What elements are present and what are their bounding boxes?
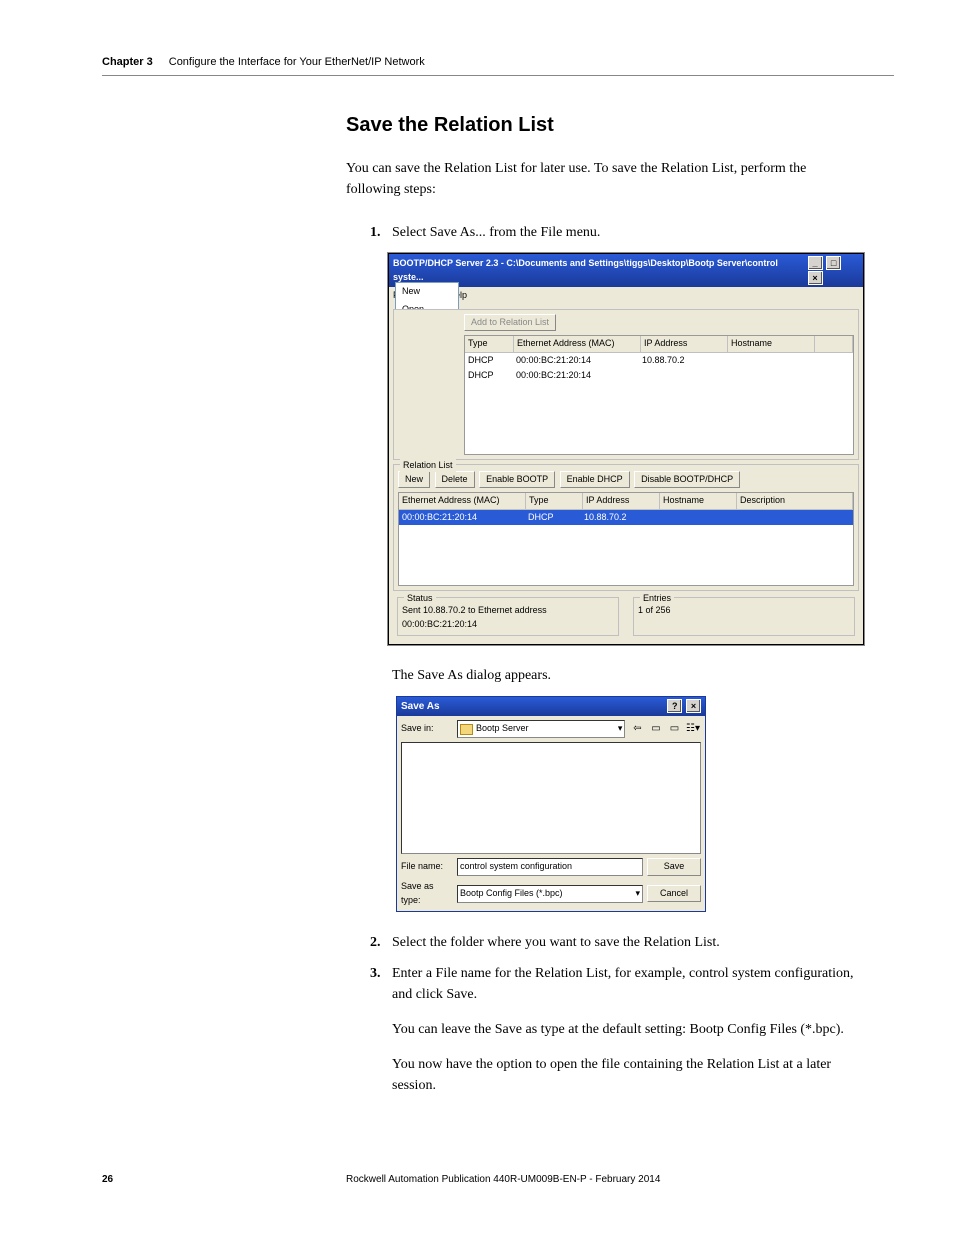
relation-enable-bootp-btn[interactable]: Enable BOOTP <box>479 471 555 489</box>
bootp-title: BOOTP/DHCP Server 2.3 - C:\Documents and… <box>393 257 807 284</box>
bootp-menubar: File Tools Help <box>389 287 863 305</box>
step-1: 1. Select Save As... from the File menu.… <box>370 222 858 912</box>
request-history-table: Type Ethernet Address (MAC) IP Address H… <box>464 335 854 455</box>
close-icon[interactable]: × <box>686 699 701 713</box>
relation-row-selected[interactable]: 00:00:BC:21:20:14 DHCP 10.88.70.2 <box>399 510 853 526</box>
save-as-titlebar: Save As ? × <box>397 697 705 716</box>
save-as-title: Save As <box>401 699 440 714</box>
entries-legend: Entries <box>640 592 674 606</box>
filename-value: control system configuration <box>460 860 572 874</box>
view-menu-icon[interactable]: ☷▾ <box>685 721 701 737</box>
figure-save-as-dialog: Save As ? × Save in: Bootp Server ▾ <box>392 696 858 912</box>
figure-bootp-window: BOOTP/DHCP Server 2.3 - C:\Documents and… <box>392 253 858 645</box>
step-2: 2. Select the folder where you want to s… <box>370 932 858 953</box>
step-number: 2. <box>370 932 381 953</box>
relation-delete-btn[interactable]: Delete <box>435 471 475 489</box>
section-heading: Save the Relation List <box>346 110 858 140</box>
rcol-host: Hostname <box>660 493 737 510</box>
step-2-text: Select the folder where you want to save… <box>392 935 720 950</box>
step-3-text: Enter a File name for the Relation List,… <box>392 966 853 1002</box>
body-column: Save the Relation List You can save the … <box>346 110 858 1106</box>
request-history-group: Add to Relation List Type Ethernet Addre… <box>393 309 859 460</box>
running-header: Chapter 3 Configure the Interface for Yo… <box>102 54 894 76</box>
save-in-combo[interactable]: Bootp Server ▾ <box>457 720 625 738</box>
save-toolbar: ⇦ ▭ ▭ ☷▾ <box>629 721 701 737</box>
save-type-label: Save as type: <box>401 880 453 907</box>
chapter-title: Configure the Interface for Your EtherNe… <box>169 54 425 71</box>
chevron-down-icon[interactable]: ▾ <box>618 722 623 736</box>
running-footer: 26 Rockwell Automation Publication 440R-… <box>102 1172 894 1187</box>
up-icon[interactable]: ▭ <box>648 721 664 737</box>
filename-label: File name: <box>401 860 453 874</box>
bootp-titlebar: BOOTP/DHCP Server 2.3 - C:\Documents and… <box>389 254 863 287</box>
status-text: Sent 10.88.70.2 to Ethernet address 00:0… <box>402 604 614 631</box>
step-3: 3. Enter a File name for the Relation Li… <box>370 963 858 1096</box>
step-number: 1. <box>370 222 381 243</box>
status-legend: Status <box>404 592 436 606</box>
add-to-relation-btn[interactable]: Add to Relation List <box>464 314 556 332</box>
rcol-type: Type <box>526 493 583 510</box>
save-as-dialog: Save As ? × Save in: Bootp Server ▾ <box>396 696 706 912</box>
maximize-icon[interactable]: □ <box>826 256 841 270</box>
menu-new[interactable]: New <box>396 283 458 301</box>
rcol-desc: Description <box>737 493 853 510</box>
filename-input[interactable]: control system configuration <box>457 858 643 876</box>
bootp-window: BOOTP/DHCP Server 2.3 - C:\Documents and… <box>388 253 864 645</box>
col-type: Type <box>465 336 514 353</box>
status-group: Status Sent 10.88.70.2 to Ethernet addre… <box>397 597 619 636</box>
save-type-combo[interactable]: Bootp Config Files (*.bpc) ▾ <box>457 885 643 903</box>
save-in-label: Save in: <box>401 722 453 736</box>
chevron-down-icon[interactable]: ▾ <box>635 887 640 901</box>
page-number: 26 <box>102 1172 346 1187</box>
table-row[interactable]: DHCP 00:00:BC:21:20:14 <box>465 368 853 384</box>
step-number: 3. <box>370 963 381 984</box>
relation-list-legend: Relation List <box>400 459 456 473</box>
rcol-ip: IP Address <box>583 493 660 510</box>
entries-group: Entries 1 of 256 <box>633 597 855 636</box>
relation-disable-btn[interactable]: Disable BOOTP/DHCP <box>634 471 740 489</box>
intro-paragraph: You can save the Relation List for later… <box>346 158 858 200</box>
col-host: Hostname <box>728 336 815 353</box>
after-fig1-text: The Save As dialog appears. <box>392 665 858 686</box>
close-icon[interactable]: × <box>808 271 823 285</box>
table-row[interactable]: DHCP 00:00:BC:21:20:14 10.88.70.2 <box>465 353 853 369</box>
relation-table: Ethernet Address (MAC) Type IP Address H… <box>398 492 854 586</box>
help-icon[interactable]: ? <box>667 699 682 713</box>
publication-info: Rockwell Automation Publication 440R-UM0… <box>346 1172 894 1187</box>
rcol-mac: Ethernet Address (MAC) <box>399 493 526 510</box>
chapter-label: Chapter 3 <box>102 54 153 71</box>
cancel-button[interactable]: Cancel <box>647 885 701 903</box>
save-button[interactable]: Save <box>647 858 701 876</box>
back-icon[interactable]: ⇦ <box>629 721 645 737</box>
relation-list-group: Relation List New Delete Enable BOOTP En… <box>393 464 859 592</box>
col-mac: Ethernet Address (MAC) <box>514 336 641 353</box>
col-spacer <box>815 336 853 353</box>
save-type-value: Bootp Config Files (*.bpc) <box>460 887 563 901</box>
step-3-note-2: You now have the option to open the file… <box>392 1054 858 1096</box>
save-in-value: Bootp Server <box>476 722 529 736</box>
relation-new-btn[interactable]: New <box>398 471 430 489</box>
minimize-icon[interactable]: _ <box>808 256 823 270</box>
folder-icon <box>460 724 473 735</box>
relation-enable-dhcp-btn[interactable]: Enable DHCP <box>560 471 630 489</box>
col-ip: IP Address <box>641 336 728 353</box>
new-folder-icon[interactable]: ▭ <box>666 721 682 737</box>
entries-text: 1 of 256 <box>638 604 850 618</box>
file-list-area[interactable] <box>401 742 701 854</box>
step-3-note-1: You can leave the Save as type at the de… <box>392 1019 858 1040</box>
step-1-text: Select Save As... from the File menu. <box>392 225 600 240</box>
